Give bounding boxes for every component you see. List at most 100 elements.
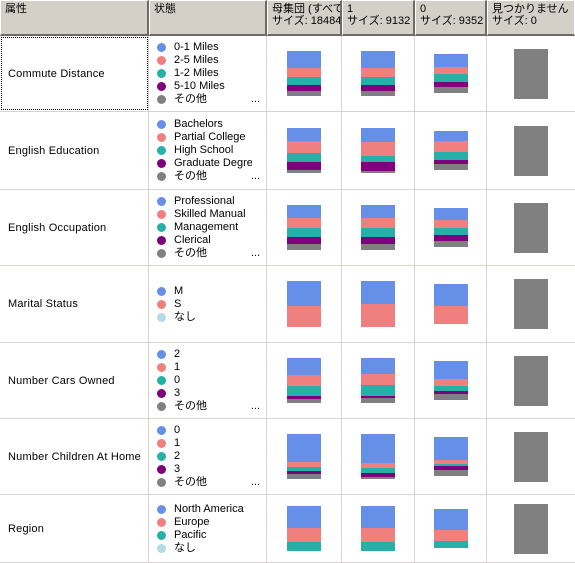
- chart-cell-population[interactable]: [267, 190, 342, 265]
- chart-cell-value-1[interactable]: [342, 36, 415, 111]
- chart-cell-population[interactable]: [267, 419, 342, 494]
- attribute-name-cell[interactable]: English Education: [0, 112, 149, 189]
- legend-item: Skilled Manual: [155, 208, 262, 221]
- chart-cell-value-0[interactable]: [415, 266, 487, 342]
- legend-cell[interactable]: Bachelors Partial College High School Gradu…: [149, 112, 267, 189]
- table-row[interactable]: English Education Bachelors Partial Colleg…: [0, 112, 575, 190]
- bar-segment: [287, 153, 321, 162]
- table-row[interactable]: Marital Status M S なし: [0, 266, 575, 343]
- legend-label: 5-10 Miles: [174, 80, 225, 92]
- chart-cell-not-found[interactable]: [487, 419, 575, 494]
- bar-chart: [342, 190, 414, 265]
- chart-cell-value-1[interactable]: [342, 419, 415, 494]
- chart-cell-value-0[interactable]: [415, 419, 487, 494]
- column-header-attribute[interactable]: 属性: [0, 0, 149, 36]
- bar-chart: [267, 343, 341, 418]
- chart-cell-population[interactable]: [267, 112, 342, 189]
- table-row[interactable]: Number Children At Home 0 1 2 3 その他...: [0, 419, 575, 495]
- legend-item: Europe: [155, 516, 262, 529]
- attribute-name-cell[interactable]: Region: [0, 495, 149, 562]
- legend-item: 2: [155, 348, 262, 361]
- chart-cell-value-1[interactable]: [342, 266, 415, 342]
- table-row[interactable]: Commute Distance 0-1 Miles 2-5 Miles 1-2 Mi…: [0, 36, 575, 112]
- chart-cell-population[interactable]: [267, 36, 342, 111]
- chart-cell-population[interactable]: [267, 343, 342, 418]
- chart-cell-not-found[interactable]: [487, 266, 575, 342]
- bar-segment: [433, 66, 468, 74]
- chart-cell-value-0[interactable]: [415, 343, 487, 418]
- legend-color-swatch-icon: [157, 402, 166, 411]
- bar-segment: [433, 207, 468, 220]
- legend-cell[interactable]: 2 1 0 3 その他...: [149, 343, 267, 418]
- attribute-name-cell[interactable]: Commute Distance: [0, 36, 149, 111]
- column-header-not-found[interactable]: 見つかりません サイズ: 0: [487, 0, 575, 36]
- legend-label: 2: [174, 348, 181, 360]
- chart-cell-not-found[interactable]: [487, 112, 575, 189]
- legend-cell[interactable]: M S なし: [149, 266, 267, 342]
- chart-cell-value-0[interactable]: [415, 36, 487, 111]
- bar-chart: [342, 112, 414, 189]
- bar-chart: [342, 36, 414, 111]
- chart-cell-not-found[interactable]: [487, 343, 575, 418]
- bar-segment: [287, 77, 321, 86]
- legend-more-ellipsis[interactable]: ...: [251, 400, 262, 413]
- legend-item: その他...: [155, 400, 262, 413]
- chart-cell-not-found[interactable]: [487, 36, 575, 111]
- legend-cell[interactable]: North America Europe Pacific なし: [149, 495, 267, 562]
- stacked-bar: [514, 431, 548, 482]
- chart-cell-value-1[interactable]: [342, 190, 415, 265]
- chart-cell-population[interactable]: [267, 266, 342, 342]
- legend-cell[interactable]: Professional Skilled Manual Management Cler…: [149, 190, 267, 265]
- legend-label: Bachelors: [174, 118, 223, 130]
- table-row[interactable]: English Occupation Professional Skilled Ma…: [0, 190, 575, 266]
- chart-cell-not-found[interactable]: [487, 495, 575, 562]
- bar-segment: [287, 375, 321, 386]
- legend-list: Bachelors Partial College High School Gradu…: [155, 116, 262, 185]
- bar-segment: [514, 431, 548, 482]
- legend-more-ellipsis[interactable]: ...: [251, 476, 262, 489]
- legend-color-swatch-icon: [157, 43, 166, 52]
- chart-cell-not-found[interactable]: [487, 190, 575, 265]
- column-header-value-1[interactable]: 1 サイズ: 9132: [342, 0, 415, 36]
- attribute-name-cell[interactable]: Number Children At Home: [0, 419, 149, 494]
- legend-color-swatch-icon: [157, 82, 166, 91]
- chart-cell-value-0[interactable]: [415, 190, 487, 265]
- bar-segment: [287, 236, 321, 245]
- bar-segment: [361, 281, 395, 304]
- table-row[interactable]: Number Cars Owned 2 1 0 3 その他...: [0, 343, 575, 419]
- chart-cell-value-0[interactable]: [415, 112, 487, 189]
- bar-chart: [415, 266, 486, 342]
- chart-cell-value-1[interactable]: [342, 495, 415, 562]
- legend-label: なし: [174, 541, 196, 554]
- legend-more-ellipsis[interactable]: ...: [251, 247, 262, 260]
- bar-chart: [267, 36, 341, 111]
- legend-label: Clerical: [174, 234, 211, 246]
- bar-segment: [361, 228, 395, 237]
- legend-color-swatch-icon: [157, 543, 166, 553]
- attribute-name-cell[interactable]: Marital Status: [0, 266, 149, 342]
- chart-cell-value-1[interactable]: [342, 343, 415, 418]
- stacked-bar: [433, 284, 468, 324]
- column-header-state[interactable]: 状態: [149, 0, 267, 36]
- legend-cell[interactable]: 0 1 2 3 その他...: [149, 419, 267, 494]
- legend-item: Pacific: [155, 529, 262, 542]
- legend-color-swatch-icon: [157, 389, 166, 398]
- attribute-name-cell[interactable]: English Occupation: [0, 190, 149, 265]
- stacked-bar: [433, 360, 468, 401]
- attribute-name-cell[interactable]: Number Cars Owned: [0, 343, 149, 418]
- legend-cell[interactable]: 0-1 Miles 2-5 Miles 1-2 Miles 5-10 Miles その他…: [149, 36, 267, 111]
- bar-chart: [342, 495, 414, 562]
- legend-more-ellipsis[interactable]: ...: [251, 170, 262, 183]
- stacked-bar: [433, 53, 468, 94]
- bar-segment: [287, 281, 321, 306]
- column-header-value-0[interactable]: 0 サイズ: 9352: [415, 0, 487, 36]
- chart-cell-value-1[interactable]: [342, 112, 415, 189]
- bar-segment: [361, 527, 395, 543]
- legend-more-ellipsis[interactable]: ...: [251, 93, 262, 106]
- column-header-population[interactable]: 母集団 (すべて) サイズ: 18484: [267, 0, 342, 36]
- chart-cell-population[interactable]: [267, 495, 342, 562]
- chart-cell-value-0[interactable]: [415, 495, 487, 562]
- table-row[interactable]: Region North America Europe Pacific なし: [0, 495, 575, 563]
- legend-color-swatch-icon: [157, 504, 166, 514]
- bar-segment: [361, 542, 395, 552]
